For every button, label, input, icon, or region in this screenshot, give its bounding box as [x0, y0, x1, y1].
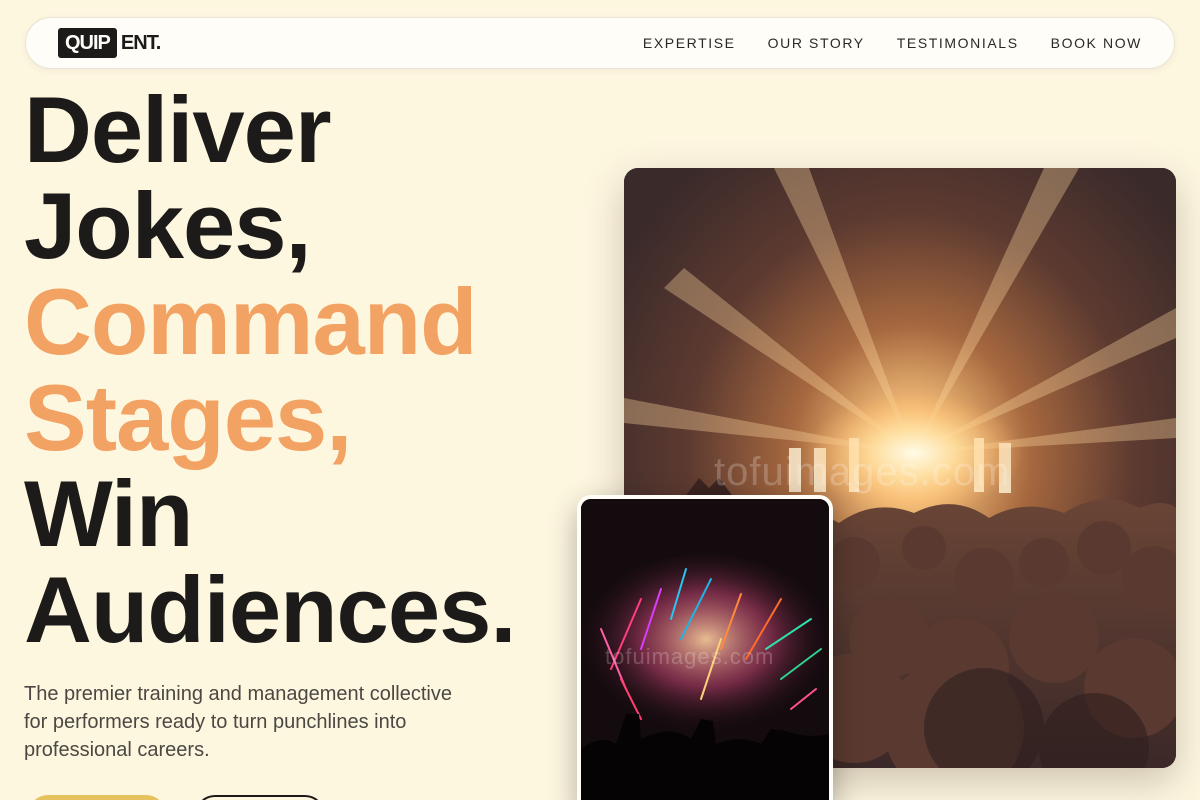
watermark-text: tofuimages.com: [714, 450, 1011, 494]
top-nav: QUIP ENT. EXPERTISE OUR STORY TESTIMONIA…: [25, 17, 1175, 69]
nav-link-testimonials[interactable]: TESTIMONIALS: [897, 35, 1019, 51]
brand-logo[interactable]: QUIP ENT.: [58, 28, 161, 58]
fireworks-photo: tofuimages.com: [577, 495, 833, 800]
logo-mark: QUIP: [58, 28, 117, 58]
hero-headline: Deliver Jokes, Command Stages, Win Audie…: [24, 82, 516, 658]
nav-link-book-now[interactable]: BOOK NOW: [1051, 35, 1142, 51]
headline-line-6: Audiences.: [24, 557, 516, 662]
secondary-cta-button[interactable]: [195, 795, 325, 800]
headline-line-1: Deliver: [24, 77, 332, 182]
nav-link-expertise[interactable]: EXPERTISE: [643, 35, 736, 51]
logo-text: ENT.: [120, 31, 161, 54]
nav-links: EXPERTISE OUR STORY TESTIMONIALS BOOK NO…: [643, 35, 1142, 51]
primary-cta-button[interactable]: [28, 795, 166, 800]
headline-line-3: Command: [24, 269, 478, 374]
watermark-text-small: tofuimages.com: [605, 644, 775, 669]
nav-link-our-story[interactable]: OUR STORY: [768, 35, 865, 51]
headline-line-4: Stages,: [24, 365, 352, 470]
hero-description: The premier training and management coll…: [24, 683, 452, 761]
page: QUIP ENT. EXPERTISE OUR STORY TESTIMONIA…: [0, 0, 1200, 800]
headline-line-5: Win: [24, 461, 193, 566]
headline-line-2: Jokes,: [24, 173, 312, 278]
